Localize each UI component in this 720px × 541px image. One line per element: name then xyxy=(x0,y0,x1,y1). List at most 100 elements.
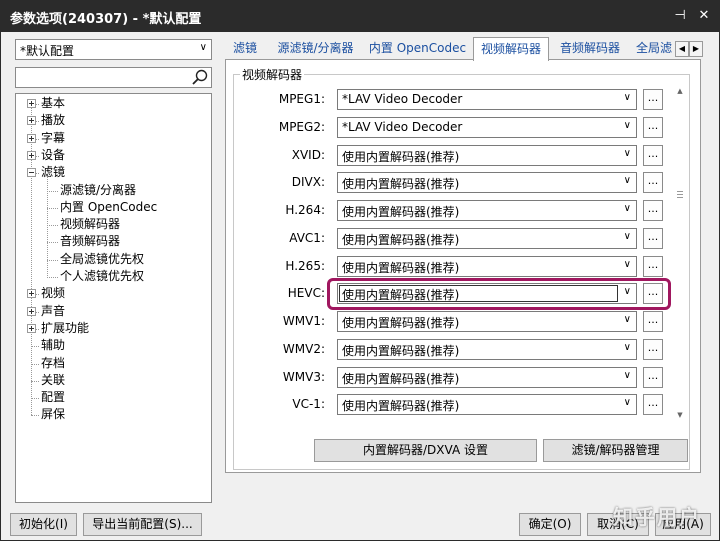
tree-item[interactable]: 屏保 xyxy=(16,406,206,423)
decoder-select[interactable]: 使用内置解码器(推荐) ∨ xyxy=(337,256,637,277)
decoder-format-label: MPEG1: xyxy=(278,92,325,106)
tree-item[interactable]: 播放 xyxy=(16,112,206,129)
search-icon[interactable] xyxy=(191,69,209,86)
decoder-select[interactable]: 使用内置解码器(推荐) ∨ xyxy=(337,339,637,360)
tree-item[interactable]: 音频解码器 xyxy=(16,233,206,250)
tab-scroll-right-icon[interactable]: ▶ xyxy=(689,41,703,57)
dxva-settings-button[interactable]: 内置解码器/DXVA 设置 xyxy=(314,439,537,462)
tree-item-label: 字幕 xyxy=(41,130,66,145)
decoder-select[interactable]: 使用内置解码器(推荐) ∨ xyxy=(337,283,637,304)
tree-item[interactable]: 声音 xyxy=(16,303,206,320)
scroll-down-icon[interactable]: ▼ xyxy=(674,411,686,423)
decoder-select-value: *LAV Video Decoder xyxy=(342,120,463,134)
pin-icon[interactable]: ⊣ xyxy=(671,7,689,25)
decoder-format-label: H.264: xyxy=(285,203,325,217)
decoder-select[interactable]: 使用内置解码器(推荐) ∨ xyxy=(337,228,637,249)
tree-item[interactable]: 全局滤镜优先权 xyxy=(16,251,206,268)
expand-icon[interactable] xyxy=(27,116,36,126)
decoder-select-value: 使用内置解码器(推荐) xyxy=(342,316,460,330)
chevron-down-icon: ∨ xyxy=(623,92,631,103)
decoder-options-button[interactable]: ... xyxy=(643,172,663,193)
tree-line xyxy=(31,380,39,382)
profile-select[interactable]: *默认配置 ∨ xyxy=(15,39,212,60)
scroll-up-icon[interactable]: ▲ xyxy=(674,87,686,99)
decoder-options-button[interactable]: ... xyxy=(643,256,663,277)
tree-item-label: 视频 xyxy=(41,286,66,301)
export-config-button[interactable]: 导出当前配置(S)... xyxy=(83,513,202,536)
filter-decoder-manage-button[interactable]: 滤镜/解码器管理 xyxy=(543,439,688,462)
tab-5[interactable]: 全局滤 xyxy=(632,39,680,60)
collapse-icon[interactable] xyxy=(27,168,36,178)
decoder-scrollbar[interactable]: ▲ ▼ xyxy=(674,87,686,423)
tab-scroll-left-icon[interactable]: ◀ xyxy=(675,41,689,57)
expand-icon[interactable] xyxy=(27,133,36,143)
decoder-select[interactable]: *LAV Video Decoder ∨ xyxy=(337,89,637,110)
decoder-select[interactable]: 使用内置解码器(推荐) ∨ xyxy=(337,367,637,388)
decoder-options-button[interactable]: ... xyxy=(643,200,663,221)
decoder-select-value: 使用内置解码器(推荐) xyxy=(342,150,460,164)
expand-icon[interactable] xyxy=(27,150,36,160)
tree-item-label: 存档 xyxy=(41,355,66,370)
tab-2[interactable]: 内置 OpenCodec xyxy=(366,39,469,60)
tree-item[interactable]: 基本 xyxy=(16,95,206,112)
tree-item[interactable]: 关联 xyxy=(16,372,206,389)
tree-item-label: 源滤镜/分离器 xyxy=(60,182,137,197)
profile-select-value: *默认配置 xyxy=(20,44,75,58)
decoder-options-button[interactable]: ... xyxy=(643,117,663,138)
decoder-options-button[interactable]: ... xyxy=(643,394,663,415)
close-icon[interactable]: ✕ xyxy=(695,7,713,25)
tree-item[interactable]: 配置 xyxy=(16,389,206,406)
decoder-select[interactable]: 使用内置解码器(推荐) ∨ xyxy=(337,145,637,166)
tree-item-label: 基本 xyxy=(41,96,66,110)
decoder-select-value: 使用内置解码器(推荐) xyxy=(342,233,460,247)
decoder-select[interactable]: 使用内置解码器(推荐) ∨ xyxy=(337,311,637,332)
expand-icon[interactable] xyxy=(27,306,36,316)
tree-item[interactable]: 视频解码器 xyxy=(16,216,206,233)
tree-line xyxy=(31,398,39,400)
decoder-select-value: 使用内置解码器(推荐) xyxy=(342,205,460,219)
decoder-select[interactable]: *LAV Video Decoder ∨ xyxy=(337,117,637,138)
settings-tree[interactable]: 基本播放 字幕设备 滤镜 源滤镜/分离器内置 OpenCodec 视频解码器 音频解码器全… xyxy=(15,93,212,503)
search-input[interactable] xyxy=(15,67,212,88)
expand-icon[interactable] xyxy=(27,289,36,299)
preferences-window: 参数选项(240307) - *默认配置 ⊣ ✕ *默认配置 ∨ 基本播放 字幕设… xyxy=(0,0,720,541)
decoder-options-button[interactable]: ... xyxy=(643,367,663,388)
decoder-options-button[interactable]: ... xyxy=(643,228,663,249)
tab-4[interactable]: 音频解码器 xyxy=(552,39,628,60)
tree-item[interactable]: 设备 xyxy=(16,147,206,164)
tree-item[interactable]: 个人滤镜优先权 xyxy=(16,268,206,285)
title-bar[interactable]: 参数选项(240307) - *默认配置 ⊣ ✕ xyxy=(1,1,719,32)
expand-icon[interactable] xyxy=(27,323,36,333)
decoder-format-label: HEVC: xyxy=(287,286,325,300)
scroll-grip[interactable] xyxy=(677,197,683,198)
initialize-button[interactable]: 初始化(I) xyxy=(10,513,77,536)
decoder-select-value: 使用内置解码器(推荐) xyxy=(342,288,460,302)
expand-icon[interactable] xyxy=(27,99,36,108)
tab-1[interactable]: 源滤镜/分离器 xyxy=(269,39,362,60)
scroll-grip[interactable] xyxy=(677,194,683,195)
decoder-options-button[interactable]: ... xyxy=(643,311,663,332)
ok-button[interactable]: 确定(O) xyxy=(519,513,581,536)
tree-item[interactable]: 视频 xyxy=(16,285,206,302)
tree-item[interactable]: 源滤镜/分离器 xyxy=(16,182,206,199)
tree-item[interactable]: 扩展功能 xyxy=(16,320,206,337)
decoder-options-button[interactable]: ... xyxy=(643,145,663,166)
decoder-options-button[interactable]: ... xyxy=(643,283,663,304)
decoder-options-button[interactable]: ... xyxy=(643,89,663,110)
decoder-select[interactable]: 使用内置解码器(推荐) ∨ xyxy=(337,200,637,221)
tree-item-label: 声音 xyxy=(41,303,66,318)
tab-0[interactable]: 滤镜 xyxy=(225,39,265,60)
decoder-select-value: 使用内置解码器(推荐) xyxy=(342,399,460,413)
decoder-select[interactable]: 使用内置解码器(推荐) ∨ xyxy=(337,172,637,193)
tree-item[interactable]: 滤镜 xyxy=(16,164,206,181)
decoder-options-button[interactable]: ... xyxy=(643,339,663,360)
tree-line xyxy=(47,242,58,244)
decoder-select-value: 使用内置解码器(推荐) xyxy=(342,177,460,191)
tab-3[interactable]: 视频解码器 xyxy=(473,37,549,61)
tree-item[interactable]: 字幕 xyxy=(16,130,206,147)
decoder-select[interactable]: 使用内置解码器(推荐) ∨ xyxy=(337,394,637,415)
tree-item[interactable]: 存档 xyxy=(16,355,206,372)
tree-item[interactable]: 辅助 xyxy=(16,337,206,354)
tree-item[interactable]: 内置 OpenCodec xyxy=(16,199,206,216)
scroll-grip[interactable] xyxy=(677,191,683,192)
